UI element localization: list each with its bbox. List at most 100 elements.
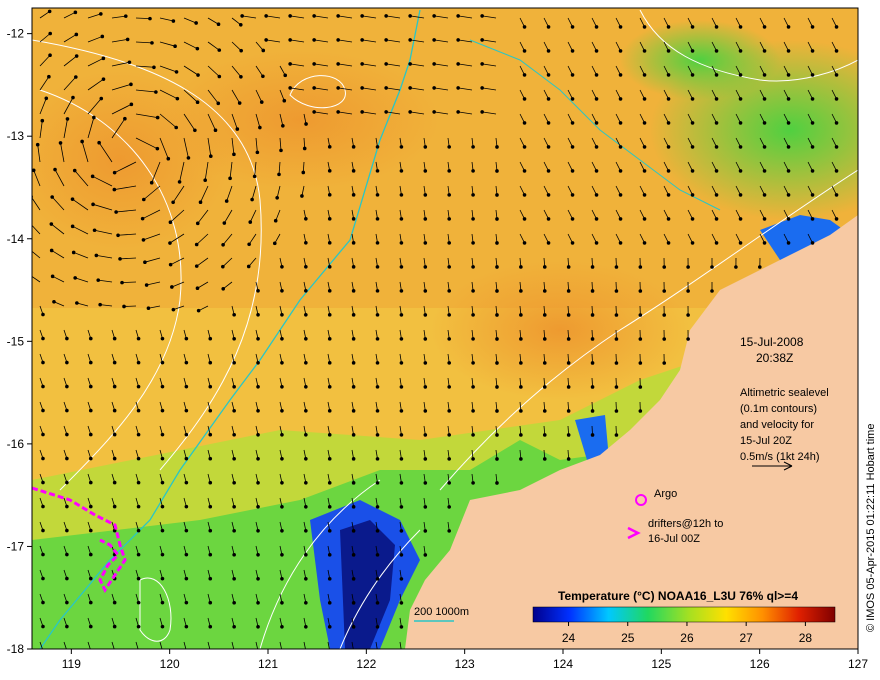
velocity-arrow-head [590,313,595,317]
velocity-arrow-head [217,74,222,79]
velocity-arrow-head [193,128,197,133]
velocity-arrow-head [471,241,475,245]
velocity-arrow-head [351,505,356,509]
velocity-arrow-head [122,304,126,309]
velocity-arrow-head [522,193,527,197]
velocity-arrow-head [423,481,428,485]
velocity-arrow-head [149,180,154,185]
velocity-arrow-head [196,308,201,313]
velocity-arrow-head [375,529,380,533]
velocity-arrow-head [127,60,132,65]
velocity-arrow-head [447,385,451,389]
velocity-arrow-head [280,480,284,485]
velocity-arrow-head [618,97,623,101]
velocity-arrow-head [112,408,117,413]
velocity-arrow-head [570,121,575,125]
legend-drifters-line2: 16-Jul 00Z [648,533,700,545]
velocity-arrow-head [232,528,236,533]
velocity-arrow-head [522,145,527,149]
velocity-arrow-head [762,49,767,53]
velocity-arrow-head [41,480,45,485]
velocity-arrow-head [399,577,404,581]
velocity-arrow-head [447,145,451,149]
velocity-arrow-head [594,97,599,101]
velocity-arrow-head [666,241,671,245]
velocity-arrow-head [834,73,839,77]
velocity-arrow-head [41,336,45,341]
velocity-arrow-head [184,384,189,389]
velocity-arrow-head [328,649,332,653]
velocity-arrow-head [327,241,332,245]
velocity-arrow-head [570,193,575,197]
velocity-arrow-head [65,480,69,485]
velocity-arrow-head [304,241,308,245]
velocity-arrow-head [273,218,278,223]
velocity-arrow-head [160,336,165,341]
velocity-arrow-head [53,167,57,172]
velocity-arrow-head [160,552,165,557]
velocity-arrow-head [136,504,141,509]
velocity-arrow-head [495,337,499,341]
velocity-arrow-head [280,360,284,365]
velocity-arrow-head [125,37,130,42]
velocity-arrow-head [375,601,380,605]
velocity-arrow-head [228,176,232,181]
velocity-arrow-head [376,649,380,653]
velocity-arrow-head [614,337,619,341]
velocity-arrow-head [136,576,141,581]
velocity-arrow-head [65,552,69,557]
velocity-arrow-head [542,265,547,269]
velocity-arrow-head [351,385,356,389]
velocity-arrow-head [272,241,277,246]
velocity-arrow-head [47,74,51,79]
velocity-arrow-head [160,504,165,509]
velocity-arrow-head [738,193,743,197]
velocity-arrow-head [471,289,475,293]
velocity-arrow-head [495,361,499,365]
velocity-arrow-head [256,336,260,341]
velocity-arrow-head [738,25,743,29]
velocity-arrow-head [160,384,165,389]
velocity-arrow-head [399,601,404,605]
velocity-arrow-head [88,504,93,509]
velocity-arrow-head [471,193,475,197]
velocity-arrow-head [546,73,551,77]
velocity-arrow-head [738,97,743,101]
velocity-arrow-head [714,73,719,77]
lon-tick-label: 123 [455,657,475,671]
velocity-arrow-head [399,409,404,413]
velocity-arrow-head [375,577,380,581]
velocity-arrow-head [546,49,551,53]
velocity-arrow-head [471,265,475,269]
velocity-arrow-head [256,384,260,389]
velocity-arrow-head [279,148,283,153]
velocity-arrow-head [100,34,105,39]
velocity-arrow-head [351,337,356,341]
velocity-arrow-head [222,221,227,225]
lon-tick-label: 127 [848,657,868,671]
velocity-arrow-head [642,121,647,125]
velocity-arrow-head [184,408,189,413]
velocity-arrow-head [447,337,451,341]
velocity-arrow-head [447,433,451,437]
velocity-arrow-head [41,624,45,629]
velocity-arrow-head [542,313,547,317]
velocity-arrow-head [72,168,77,173]
velocity-arrow-head [50,274,55,279]
velocity-arrow-head [280,264,284,269]
velocity-arrow-head [221,242,225,247]
velocity-arrow-head [570,169,575,173]
velocity-arrow-head [49,248,54,253]
velocity-arrow-head [280,552,284,557]
velocity-arrow-head [196,73,200,77]
velocity-arrow-head [65,528,69,533]
velocity-arrow-head [738,217,743,221]
velocity-arrow-head [757,265,762,269]
velocity-arrow-head [618,25,623,29]
velocity-arrow-head [261,74,265,79]
velocity-arrow-head [447,409,451,413]
velocity-arrow-head [522,121,527,125]
velocity-arrow-head [666,97,671,101]
velocity-arrow-head [88,624,93,629]
velocity-arrow-head [327,169,332,173]
